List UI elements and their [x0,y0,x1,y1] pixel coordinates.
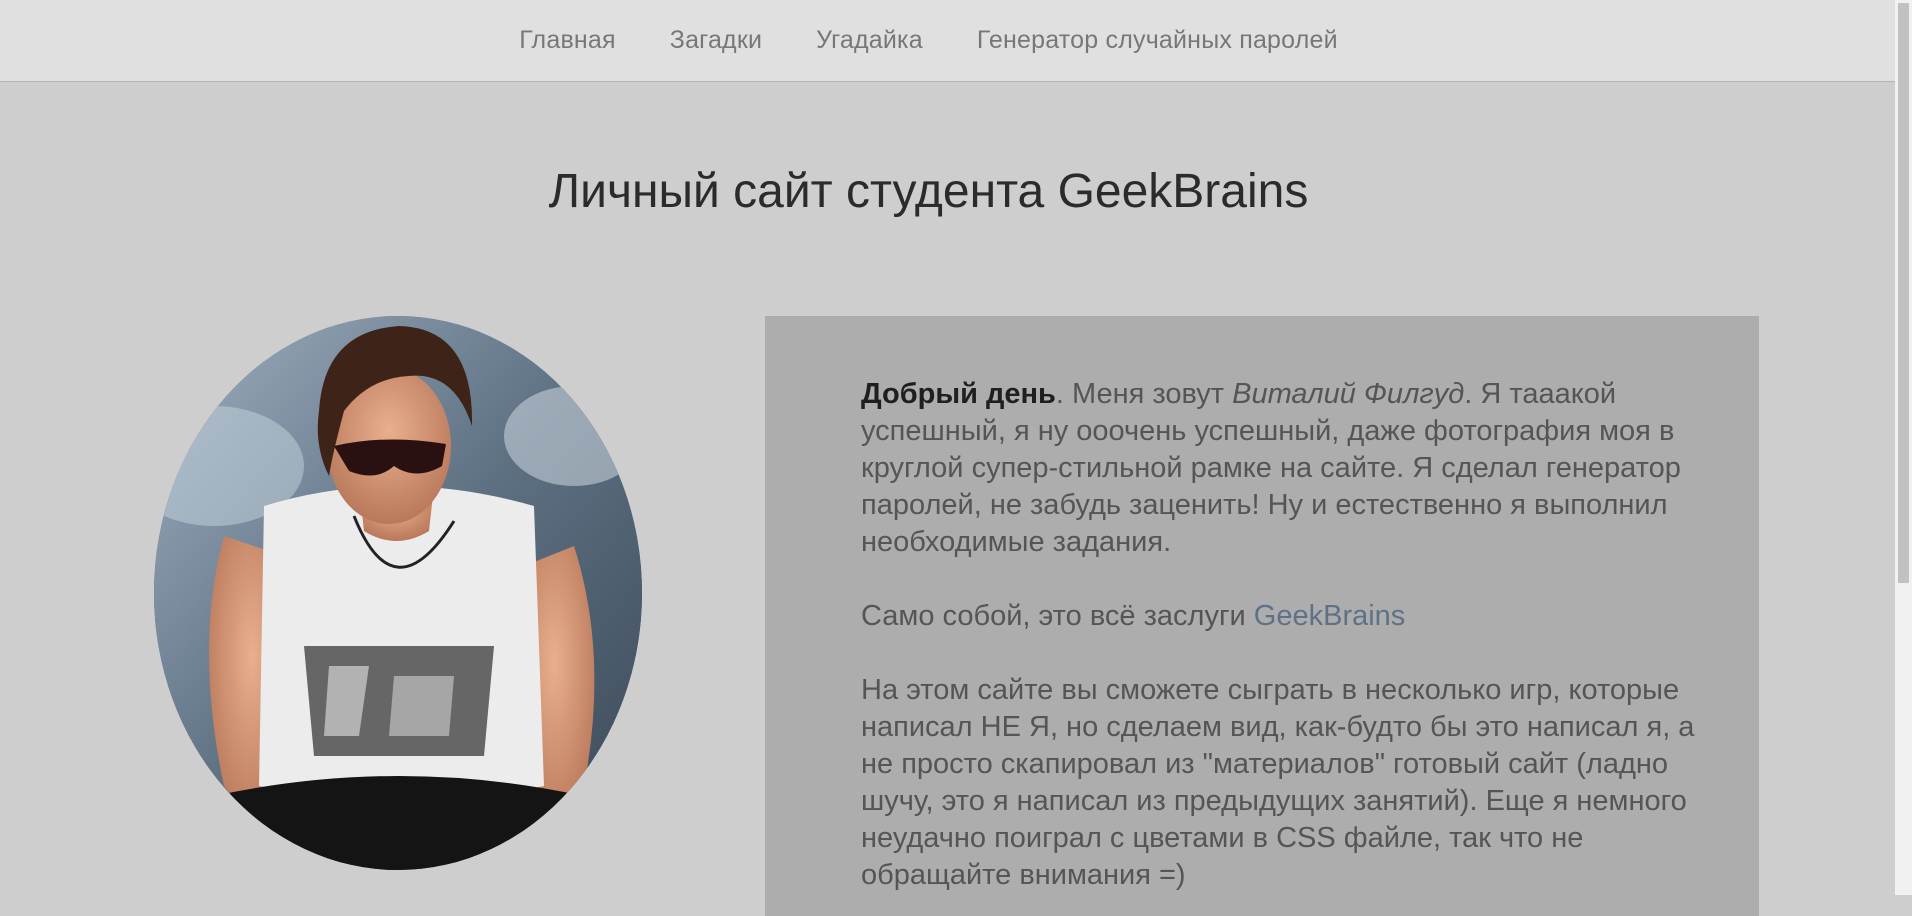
nav-item-password-generator[interactable]: Генератор случайных паролей [977,26,1338,55]
intro-text-part: . Меня зовут [1055,378,1233,410]
author-name: Виталий Филгуд [1232,378,1465,410]
avatar [154,316,642,870]
nav-item-riddles[interactable]: Загадки [670,26,762,55]
page-scrollbar[interactable] [1895,0,1912,895]
geekbrains-link[interactable]: GeekBrains [1254,600,1406,632]
avatar-photo [154,316,642,870]
greeting-text: Добрый день [861,378,1056,410]
about-content: Добрый день. Меня зовут Виталий Филгуд. … [765,316,1759,916]
credits-paragraph: Само собой, это всё заслуги GeekBrains [861,598,1701,635]
nav-item-home[interactable]: Главная [519,26,616,55]
games-paragraph: На этом сайте вы сможете сыграть в неско… [861,674,1695,891]
scrollbar-thumb[interactable] [1898,3,1909,583]
intro-paragraph: Добрый день. Меня зовут Виталий Филгуд. … [861,376,1701,561]
nav-menu: Главная Загадки Угадайка Генератор случа… [0,0,1876,81]
page-title: Личный сайт студента GeekBrains [548,165,1309,218]
top-navbar: Главная Загадки Угадайка Генератор случа… [0,0,1895,82]
credits-text: Само собой, это всё заслуги [861,600,1254,632]
nav-item-guess-game[interactable]: Угадайка [816,26,923,55]
